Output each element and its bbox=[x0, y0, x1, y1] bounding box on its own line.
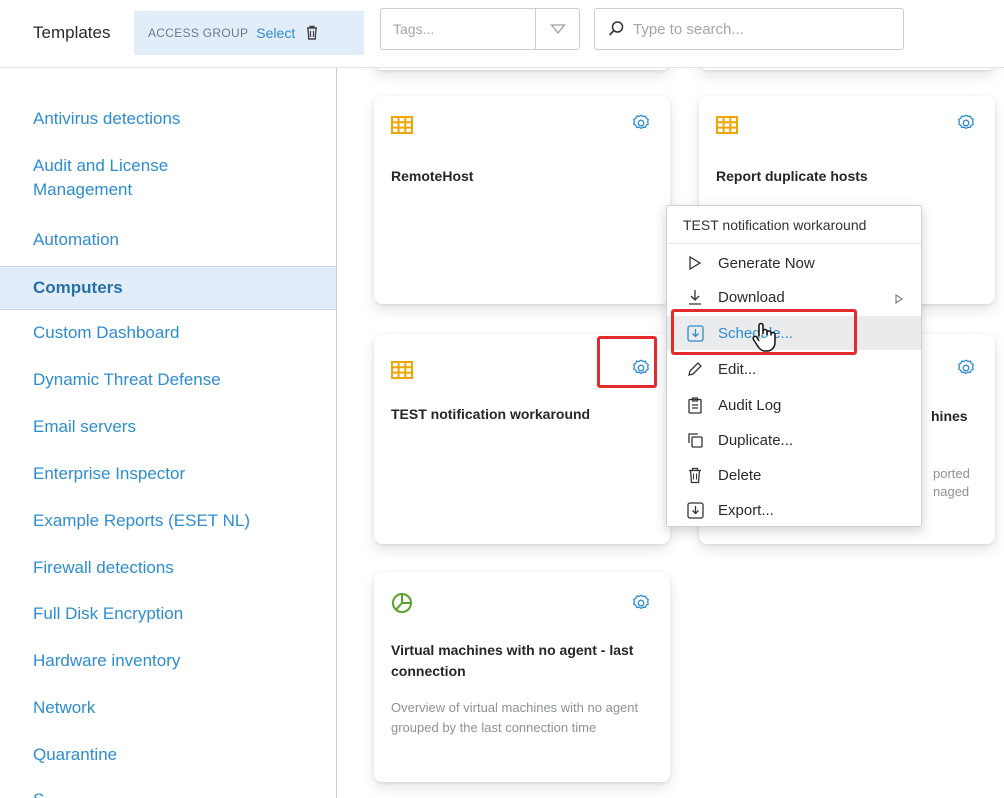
table-icon bbox=[716, 116, 738, 139]
template-category-sidebar: Antivirus detections Audit and License M… bbox=[0, 68, 337, 798]
access-group-select-link[interactable]: Select bbox=[256, 25, 295, 41]
sidebar-item-audit-license[interactable]: Audit and License Management bbox=[0, 154, 336, 206]
sidebar-item-dynamic-threat-defense[interactable]: Dynamic Threat Defense bbox=[0, 368, 336, 394]
menu-item-edit[interactable]: Edit... bbox=[667, 352, 921, 386]
sidebar-item-hardware-inventory[interactable]: Hardware inventory bbox=[0, 649, 336, 675]
table-icon bbox=[391, 116, 413, 139]
report-templates-page: Templates ACCESS GROUP Select Tags... Ty… bbox=[0, 0, 1004, 798]
card-description: ported bbox=[933, 466, 970, 481]
template-card-remotehost[interactable]: RemoteHost bbox=[374, 96, 670, 304]
template-card-partial[interactable] bbox=[374, 68, 670, 70]
template-card-virtual-machines-no-agent[interactable]: Virtual machines with no agent - last co… bbox=[374, 572, 670, 782]
template-context-menu: TEST notification workaround Generate No… bbox=[666, 205, 922, 527]
template-card-partial[interactable] bbox=[699, 68, 995, 70]
toolbar: Templates ACCESS GROUP Select Tags... Ty… bbox=[0, 0, 1004, 68]
sidebar-item-quarantine[interactable]: Quarantine bbox=[0, 743, 336, 769]
card-title: TEST notification workaround bbox=[391, 406, 591, 422]
card-title: Virtual machines with no agent - last co… bbox=[391, 642, 634, 679]
menu-item-generate-now[interactable]: Generate Now bbox=[667, 246, 921, 280]
search-placeholder: Type to search... bbox=[633, 20, 744, 38]
menu-item-label: Export... bbox=[718, 501, 774, 519]
export-icon bbox=[686, 501, 704, 519]
sidebar-item-antivirus-detections[interactable]: Antivirus detections bbox=[0, 107, 336, 133]
pie-chart-icon bbox=[391, 592, 413, 619]
gear-icon[interactable] bbox=[632, 594, 650, 617]
sidebar-item-firewall-detections[interactable]: Firewall detections bbox=[0, 556, 336, 582]
access-group-label: ACCESS GROUP bbox=[148, 26, 249, 40]
menu-item-duplicate[interactable]: Duplicate... bbox=[667, 423, 921, 457]
triangle-down-icon bbox=[549, 24, 566, 35]
card-title: Report duplicate hosts bbox=[716, 168, 868, 184]
card-title: hines bbox=[931, 408, 968, 424]
download-icon bbox=[686, 288, 704, 306]
menu-item-label: Delete bbox=[718, 466, 762, 484]
clear-access-group-trash-icon[interactable] bbox=[303, 24, 321, 42]
tags-dropdown[interactable]: Tags... bbox=[380, 8, 580, 50]
sidebar-item-example-reports[interactable]: Example Reports (ESET NL) bbox=[0, 509, 336, 535]
submenu-arrow-icon bbox=[895, 291, 903, 308]
card-description: Overview of virtual machines with no age… bbox=[391, 700, 639, 735]
sidebar-item-cut-off[interactable]: S... bbox=[0, 788, 336, 798]
templates-label: Templates bbox=[33, 23, 111, 42]
sidebar-item-email-servers[interactable]: Email servers bbox=[0, 415, 336, 441]
pencil-icon bbox=[686, 360, 704, 378]
play-icon bbox=[686, 254, 704, 272]
menu-item-label: Audit Log bbox=[718, 396, 782, 414]
sidebar-item-enterprise-inspector[interactable]: Enterprise Inspector bbox=[0, 462, 336, 488]
menu-item-label: Generate Now bbox=[718, 254, 815, 272]
sidebar-item-automation[interactable]: Automation bbox=[0, 228, 336, 254]
card-title: RemoteHost bbox=[391, 168, 474, 184]
context-menu-header: TEST notification workaround bbox=[667, 206, 921, 244]
trash-icon bbox=[686, 466, 704, 484]
menu-item-label: Edit... bbox=[718, 360, 757, 378]
menu-item-export[interactable]: Export... bbox=[667, 493, 921, 527]
card-description: naged bbox=[933, 484, 970, 499]
clipboard-icon bbox=[686, 396, 704, 414]
gear-icon[interactable] bbox=[632, 114, 650, 137]
sidebar-item-network[interactable]: Network bbox=[0, 696, 336, 722]
tags-dropdown-toggle[interactable] bbox=[535, 9, 579, 49]
tags-placeholder: Tags... bbox=[393, 21, 435, 37]
table-icon bbox=[391, 361, 413, 384]
gear-icon[interactable] bbox=[957, 114, 975, 137]
menu-item-delete[interactable]: Delete bbox=[667, 458, 921, 492]
sidebar-item-computers[interactable]: Computers bbox=[0, 266, 336, 310]
search-input[interactable]: Type to search... bbox=[594, 8, 904, 50]
menu-item-label: Download bbox=[718, 288, 785, 306]
sidebar-item-full-disk-encryption[interactable]: Full Disk Encryption bbox=[0, 602, 336, 628]
search-icon bbox=[608, 21, 624, 36]
gear-highlight-box bbox=[597, 336, 657, 388]
menu-item-label: Duplicate... bbox=[718, 431, 794, 449]
menu-item-audit-log[interactable]: Audit Log bbox=[667, 388, 921, 422]
hand-cursor-icon bbox=[752, 322, 776, 352]
duplicate-icon bbox=[686, 431, 704, 449]
access-group-filter: ACCESS GROUP Select bbox=[134, 11, 364, 55]
gear-icon[interactable] bbox=[957, 359, 975, 382]
sidebar-item-custom-dashboard[interactable]: Custom Dashboard bbox=[0, 321, 336, 347]
